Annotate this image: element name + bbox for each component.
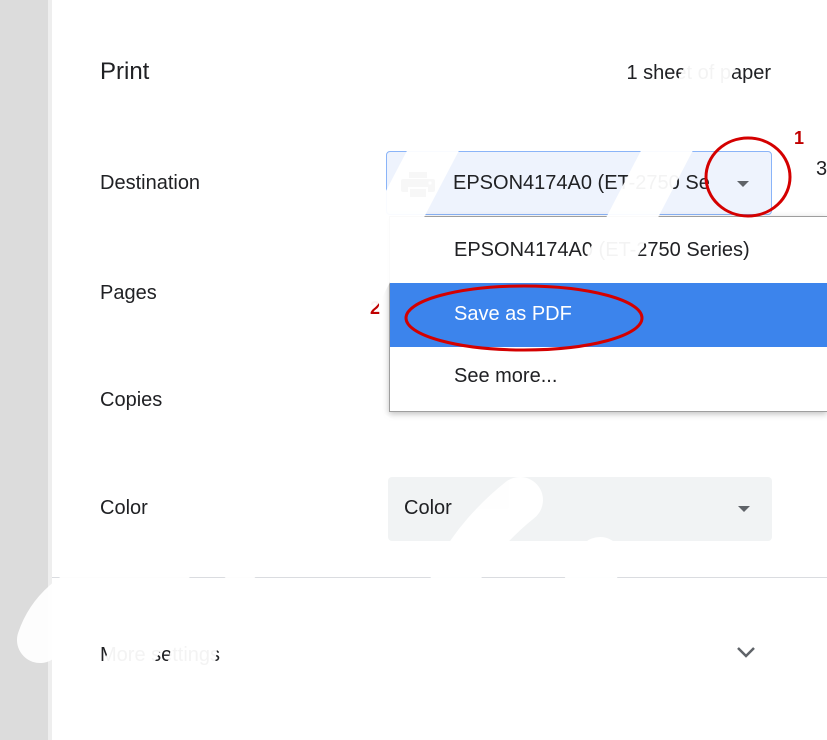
chevron-down-icon[interactable] (736, 646, 756, 665)
destination-label: Destination (100, 172, 201, 194)
dropdown-arrow-icon[interactable] (738, 506, 750, 512)
pages-label: Pages (100, 282, 157, 304)
sheet-count: 1 sheet of paper (626, 62, 771, 84)
dropdown-arrow-icon[interactable] (737, 181, 749, 187)
destination-value: EPSON4174A0 (ET-2750 Series) (453, 172, 709, 194)
destination-dropdown-menu: EPSON4174A0 (ET-2750 Series) Save as PDF… (389, 216, 827, 412)
truncated-edge-text: 3 (816, 158, 827, 180)
annotation-step-2: 2 (370, 298, 381, 318)
color-label: Color (100, 497, 148, 519)
option-label: See more... (454, 365, 558, 387)
option-label: EPSON4174A0 (ET-2750 Series) (454, 239, 750, 261)
more-settings-row[interactable]: More settings (52, 610, 827, 702)
destination-option-epson[interactable]: EPSON4174A0 (ET-2750 Series) (390, 217, 827, 283)
destination-option-see-more[interactable]: See more... (390, 347, 827, 411)
page-title: Print (100, 58, 150, 85)
more-settings-label: More settings (100, 644, 221, 666)
destination-option-save-as-pdf[interactable]: Save as PDF (390, 283, 827, 347)
destination-select[interactable]: EPSON4174A0 (ET-2750 Series) (386, 151, 772, 215)
section-divider (52, 577, 827, 578)
annotation-step-1: 1 (794, 128, 805, 148)
left-sidebar-strip (0, 0, 48, 740)
printer-icon (401, 172, 435, 203)
option-label: Save as PDF (454, 303, 572, 325)
color-select[interactable]: Color (388, 477, 772, 541)
copies-label: Copies (100, 389, 163, 411)
color-value: Color (404, 497, 452, 519)
